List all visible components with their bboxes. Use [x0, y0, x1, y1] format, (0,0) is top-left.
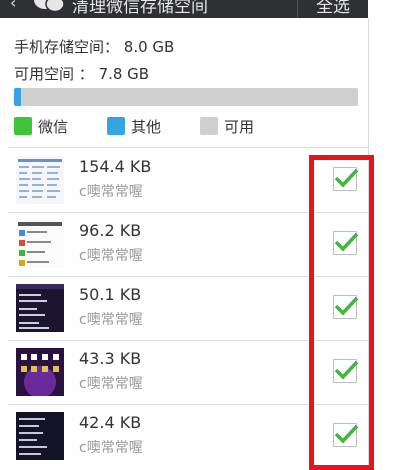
- storage-free-label: 可用空间 ：: [14, 65, 94, 83]
- legend-free-swatch: [200, 117, 218, 135]
- legend-free-label: 可用: [224, 117, 255, 136]
- image-thumbnail: [16, 284, 64, 332]
- storage-free: 可用空间 ： 7.8 GB: [14, 63, 149, 84]
- storage-total: 手机存储空间： 8.0 GB: [14, 36, 174, 57]
- image-thumbnail: [16, 220, 64, 268]
- highlight-annotation-box: [309, 155, 374, 470]
- top-bar: ‹ 清理微信存储空间 全选: [0, 0, 368, 18]
- file-size: 96.2 KB: [79, 221, 142, 240]
- usage-wechat-segment: [14, 88, 21, 106]
- file-owner: c噢常常喔: [79, 376, 143, 392]
- toolbar-divider: [297, 0, 298, 18]
- file-owner: c噢常常喔: [79, 184, 143, 200]
- file-owner: c噢常常喔: [79, 248, 143, 264]
- legend-wechat: 微信: [14, 116, 68, 136]
- legend-other: 其他: [107, 116, 161, 136]
- back-arrow-icon[interactable]: ‹: [10, 0, 16, 12]
- select-all-button[interactable]: 全选: [316, 0, 350, 17]
- storage-free-value: 7.8 GB: [98, 65, 150, 83]
- page-title: 清理微信存储空间: [72, 0, 208, 17]
- file-size: 42.4 KB: [79, 413, 142, 432]
- file-size: 43.3 KB: [79, 349, 142, 368]
- legend-other-label: 其他: [131, 117, 162, 136]
- storage-total-label: 手机存储空间：: [14, 38, 120, 56]
- wechat-logo-icon: [34, 0, 65, 12]
- image-thumbnail: [16, 156, 64, 204]
- legend-wechat-label: 微信: [38, 117, 69, 136]
- legend-wechat-swatch: [14, 117, 32, 135]
- storage-total-value: 8.0 GB: [123, 38, 175, 56]
- image-thumbnail: [16, 348, 64, 396]
- file-owner: c噢常常喔: [79, 312, 143, 328]
- storage-usage-bar: [14, 88, 358, 106]
- file-size: 50.1 KB: [79, 285, 142, 304]
- image-thumbnail: [16, 412, 64, 460]
- file-size: 154.4 KB: [79, 157, 152, 176]
- legend-other-swatch: [107, 117, 125, 135]
- legend-free: 可用: [200, 116, 254, 136]
- file-owner: c噢常常喔: [79, 440, 143, 456]
